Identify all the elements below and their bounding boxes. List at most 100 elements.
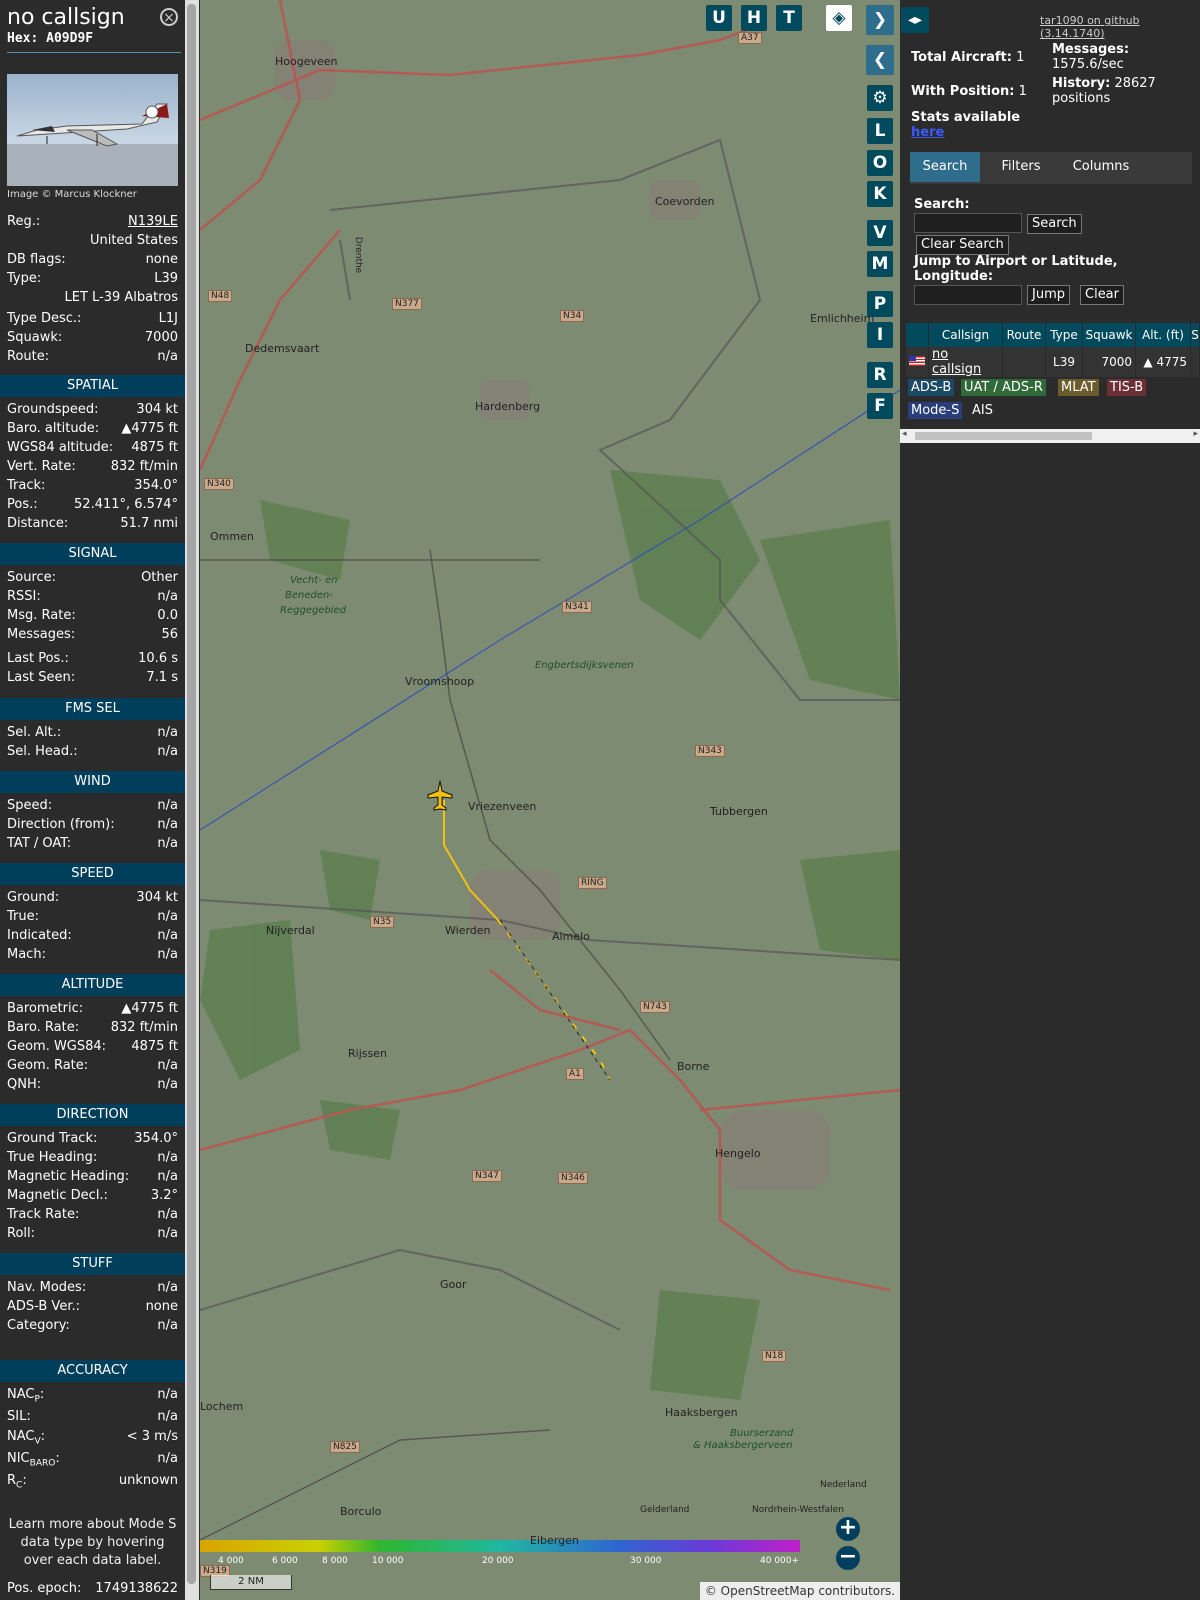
info-label[interactable]: True Heading:: [7, 1150, 97, 1165]
info-label[interactable]: RC:: [7, 1473, 27, 1491]
map-button-m[interactable]: M: [867, 251, 893, 277]
map-button-v[interactable]: V: [867, 220, 893, 246]
github-link[interactable]: tar1090 on github (3.14.1740): [1040, 14, 1200, 40]
info-label[interactable]: NACV:: [7, 1429, 45, 1447]
map-button-i[interactable]: I: [867, 322, 893, 348]
col-route[interactable]: Route: [1002, 323, 1046, 347]
info-label[interactable]: TAT / OAT:: [7, 836, 71, 851]
info-label[interactable]: NACP:: [7, 1387, 44, 1405]
info-value[interactable]: N139LE: [128, 214, 178, 229]
info-label[interactable]: Geom. Rate:: [7, 1058, 88, 1073]
col-squawk[interactable]: Squawk: [1082, 323, 1136, 347]
col-flag[interactable]: [906, 323, 929, 347]
map[interactable]: Hoogeveen Coevorden Dedemsvaart Hardenberg E…: [200, 0, 900, 1600]
info-label[interactable]: Last Pos.:: [7, 651, 69, 666]
table-horizontal-scrollbar[interactable]: ◂ ▸: [900, 429, 1200, 443]
info-label[interactable]: Baro. Rate:: [7, 1020, 79, 1035]
map-button-h[interactable]: H: [741, 5, 767, 31]
info-label[interactable]: ADS-B Ver.:: [7, 1299, 80, 1314]
info-label[interactable]: SIL:: [7, 1409, 31, 1424]
info-label[interactable]: Track:: [7, 478, 45, 493]
info-label[interactable]: Last Seen:: [7, 670, 75, 685]
tab-filters[interactable]: Filters: [986, 152, 1056, 182]
map-button-o[interactable]: O: [867, 150, 893, 176]
info-label[interactable]: Pos.:: [7, 497, 38, 512]
info-label[interactable]: Type:: [7, 271, 41, 286]
info-label[interactable]: Source:: [7, 570, 56, 585]
aircraft-list-panel: ◂▸ tar1090 on github (3.14.1740) Total A…: [900, 0, 1200, 1600]
info-label[interactable]: Mach:: [7, 947, 46, 962]
clear-button[interactable]: Clear: [1080, 285, 1124, 305]
chevron-right-icon[interactable]: ❯: [866, 5, 894, 35]
scrollbar-thumb[interactable]: [187, 4, 196, 1584]
info-label[interactable]: WGS84 altitude:: [7, 440, 113, 455]
info-label[interactable]: Ground:: [7, 890, 59, 905]
tab-search[interactable]: Search: [910, 152, 980, 182]
layers-icon[interactable]: ◈: [826, 5, 852, 31]
col-alt[interactable]: Alt. (ft): [1135, 323, 1191, 347]
info-label[interactable]: Category:: [7, 1318, 70, 1333]
info-label[interactable]: Route:: [7, 349, 49, 364]
scrollbar-thumb[interactable]: [915, 432, 1092, 440]
info-label[interactable]: Messages:: [7, 627, 75, 642]
info-label[interactable]: Indicated:: [7, 928, 72, 943]
accuracy-row-sil: SIL: n/a: [7, 1409, 178, 1428]
row-callsign[interactable]: no callsign: [928, 347, 1003, 377]
info-panel-scrollbar[interactable]: [185, 0, 199, 1600]
map-button-k[interactable]: K: [867, 181, 893, 207]
info-label[interactable]: Magnetic Heading:: [7, 1169, 129, 1184]
info-label[interactable]: Speed:: [7, 798, 52, 813]
map-attribution[interactable]: © OpenStreetMap contributors.: [700, 1582, 900, 1600]
col-speed[interactable]: S: [1190, 323, 1200, 347]
chevron-left-icon[interactable]: ❮: [866, 45, 894, 75]
info-label[interactable]: Squawk:: [7, 330, 62, 345]
col-type[interactable]: Type: [1045, 323, 1083, 347]
info-label[interactable]: Roll:: [7, 1226, 35, 1241]
info-label[interactable]: True:: [7, 909, 39, 924]
info-label[interactable]: Ground Track:: [7, 1131, 97, 1146]
info-label[interactable]: Geom. WGS84:: [7, 1039, 106, 1054]
info-label[interactable]: Sel. Head.:: [7, 744, 78, 759]
info-label[interactable]: Direction (from):: [7, 817, 115, 832]
map-button-t[interactable]: T: [776, 5, 802, 31]
aircraft-photo[interactable]: [7, 74, 178, 186]
zoom-out-button[interactable]: −: [836, 1546, 860, 1570]
expand-collapse-icon[interactable]: ◂▸: [901, 7, 929, 33]
table-row[interactable]: no callsign L39 7000 ▲ 4775: [906, 347, 1200, 377]
tab-columns[interactable]: Columns: [1060, 152, 1142, 182]
info-label[interactable]: Type Desc.:: [7, 311, 81, 326]
map-button-r[interactable]: R: [867, 362, 893, 388]
zoom-in-button[interactable]: +: [836, 1517, 860, 1541]
info-label[interactable]: RSSI:: [7, 589, 41, 604]
info-label[interactable]: Msg. Rate:: [7, 608, 76, 623]
info-label[interactable]: Barometric:: [7, 1001, 83, 1016]
info-label[interactable]: NICBARO:: [7, 1451, 60, 1469]
search-input[interactable]: [914, 213, 1022, 233]
close-icon[interactable]: ×: [160, 8, 178, 26]
info-label[interactable]: Nav. Modes:: [7, 1280, 86, 1295]
section-stuff: STUFF: [0, 1253, 185, 1275]
map-button-f[interactable]: F: [867, 393, 893, 419]
info-label[interactable]: Sel. Alt.:: [7, 725, 61, 740]
info-label[interactable]: DB flags:: [7, 252, 66, 267]
info-label[interactable]: Vert. Rate:: [7, 459, 76, 474]
info-label[interactable]: Baro. altitude:: [7, 421, 99, 436]
search-button[interactable]: Search: [1027, 214, 1082, 234]
col-callsign[interactable]: Callsign: [928, 323, 1003, 347]
info-label[interactable]: Groundspeed:: [7, 402, 98, 417]
jump-input[interactable]: [914, 285, 1022, 305]
info-value: 7000: [144, 330, 178, 345]
jump-button[interactable]: Jump: [1027, 285, 1070, 305]
map-button-u[interactable]: U: [706, 5, 732, 31]
info-label[interactable]: Reg.:: [7, 214, 40, 229]
map-button-p[interactable]: P: [867, 291, 893, 317]
info-label[interactable]: Track Rate:: [7, 1207, 79, 1222]
info-label[interactable]: QNH:: [7, 1077, 41, 1092]
gear-icon[interactable]: ⚙: [867, 85, 893, 111]
info-label[interactable]: Distance:: [7, 516, 68, 531]
map-button-l[interactable]: L: [867, 118, 893, 144]
stats-link[interactable]: here: [911, 125, 944, 140]
section-speed: SPEED: [0, 863, 185, 885]
info-label[interactable]: Magnetic Decl.:: [7, 1188, 108, 1203]
clear-search-button[interactable]: Clear Search: [916, 235, 1009, 255]
